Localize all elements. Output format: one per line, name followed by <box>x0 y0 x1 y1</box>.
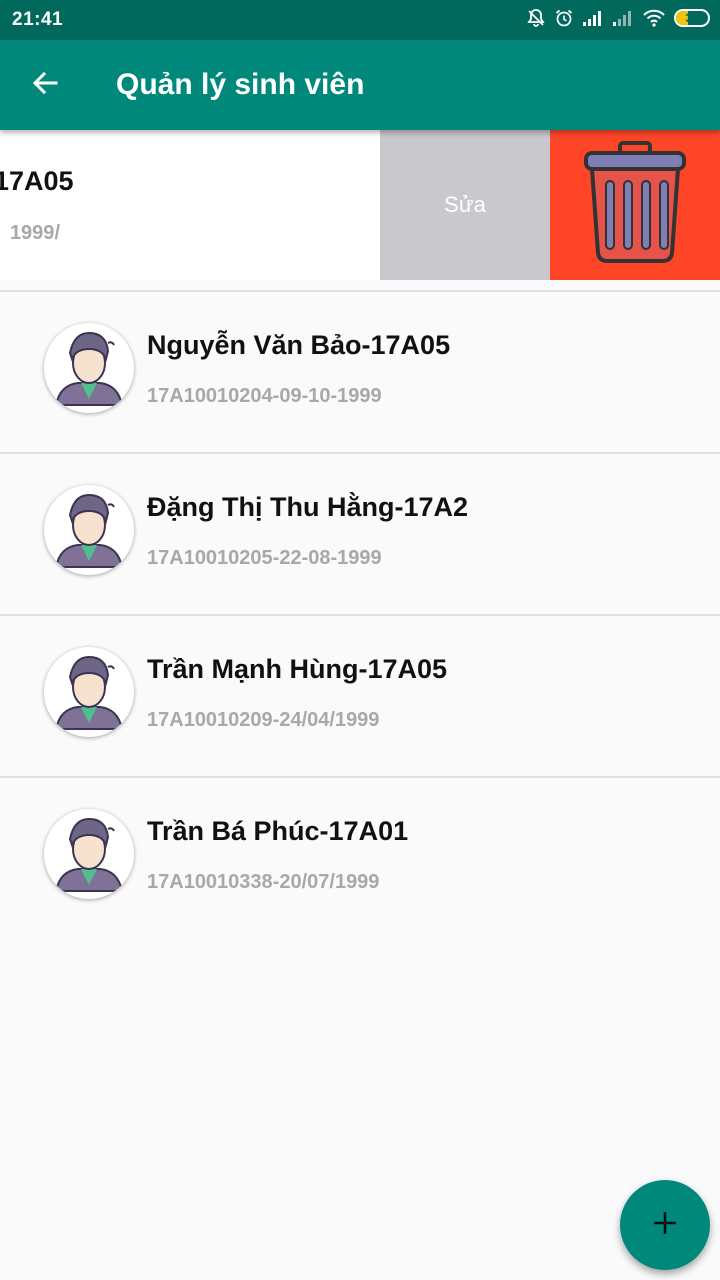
student-avatar-icon <box>44 647 134 737</box>
edit-button[interactable]: Sửa <box>380 130 550 280</box>
avatar <box>44 323 134 413</box>
avatar <box>44 647 134 737</box>
swiped-item-content[interactable]: 17A05 /1999 <box>0 130 380 280</box>
arrow-left-icon <box>30 68 60 103</box>
alarm-icon <box>554 8 574 28</box>
status-icons: 37 <box>526 8 710 28</box>
student-avatar-icon <box>44 809 134 899</box>
student-name: Đặng Thị Thu Hằng-17A2 <box>147 492 469 522</box>
student-name: Trần Bá Phúc-17A01 <box>147 816 409 846</box>
student-avatar-icon <box>44 323 134 413</box>
student-name-partial: 17A05 <box>0 166 74 196</box>
list-item[interactable]: Đặng Thị Thu Hằng-17A2 17A10010205-22-08… <box>0 454 720 616</box>
student-info-partial: /1999 <box>9 222 60 244</box>
list-item-swiped[interactable]: 17A05 /1999 Sửa <box>0 130 720 292</box>
bell-off-icon <box>526 8 546 28</box>
student-avatar-icon <box>44 485 134 575</box>
page-title: Quản lý sinh viên <box>116 68 365 101</box>
back-button[interactable] <box>20 60 70 110</box>
app-bar: Quản lý sinh viên <box>0 40 720 130</box>
status-time: 21:41 <box>12 9 64 30</box>
wifi-icon <box>642 9 666 27</box>
avatar <box>44 485 134 575</box>
avatar <box>44 809 134 899</box>
list-item[interactable]: Nguyễn Văn Bảo-17A05 17A10010204-09-10-1… <box>0 292 720 454</box>
student-info: 17A10010338-20/07/1999 <box>147 871 380 893</box>
list-item[interactable]: Trần Mạnh Hùng-17A05 17A10010209-24/04/1… <box>0 616 720 778</box>
add-student-button[interactable] <box>620 1180 710 1270</box>
student-info: 17A10010205-22-08-1999 <box>147 547 382 569</box>
edit-label: Sửa <box>444 192 486 217</box>
status-bar: 21:41 37 <box>0 0 720 40</box>
student-name: Nguyễn Văn Bảo-17A05 <box>147 330 451 360</box>
student-list: 17A05 /1999 Sửa Nguyễn Văn Bảo-17A05 17A… <box>0 130 720 940</box>
list-item[interactable]: Trần Bá Phúc-17A01 17A10010338-20/07/199… <box>0 778 720 940</box>
battery-icon: 37 <box>674 9 710 27</box>
signal-icon <box>582 9 604 27</box>
signal-weak-icon <box>612 9 634 27</box>
trash-icon <box>580 140 690 270</box>
battery-level: 37 <box>685 11 699 25</box>
student-info: 17A10010209-24/04/1999 <box>147 709 380 731</box>
student-name: Trần Mạnh Hùng-17A05 <box>147 654 448 684</box>
plus-icon <box>652 1210 678 1241</box>
student-info: 17A10010204-09-10-1999 <box>147 385 382 407</box>
delete-button[interactable] <box>550 130 720 280</box>
